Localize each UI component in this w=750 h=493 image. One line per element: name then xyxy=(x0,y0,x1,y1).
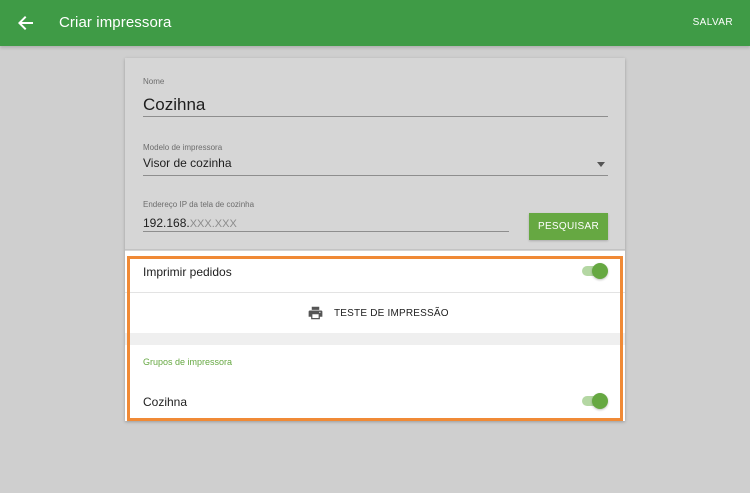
model-select[interactable]: Visor de cozinha xyxy=(143,156,232,170)
section-divider xyxy=(125,249,625,250)
ip-address-value: 192.168. xyxy=(143,216,190,230)
search-button[interactable]: PESQUISAR xyxy=(529,213,608,240)
arrow-left-icon xyxy=(18,16,33,30)
section-gap xyxy=(125,333,625,345)
back-button[interactable] xyxy=(14,11,38,35)
name-field[interactable]: Cozihna xyxy=(143,95,205,115)
printer-groups-section: Grupos de impressora Cozihna xyxy=(125,345,625,421)
printer-form-card: Nome Cozihna Modelo de impressora Visor … xyxy=(125,58,625,421)
ip-field-label: Endereço IP da tela de cozinha xyxy=(143,200,255,209)
arrow-drop-down-icon[interactable] xyxy=(597,162,605,167)
toggle-thumb xyxy=(592,263,608,279)
test-print-label: TESTE DE IMPRESSÃO xyxy=(334,307,449,319)
test-print-button[interactable]: TESTE DE IMPRESSÃO xyxy=(125,293,625,333)
printer-icon xyxy=(308,306,323,320)
test-print-content: TESTE DE IMPRESSÃO xyxy=(308,306,449,320)
print-orders-label: Imprimir pedidos xyxy=(143,265,232,279)
ip-field-underline xyxy=(143,231,509,232)
group-item-toggle[interactable] xyxy=(582,393,608,409)
ip-address-field[interactable]: 192.168.XXX.XXX xyxy=(143,216,237,230)
ip-address-placeholder: XXX.XXX xyxy=(189,218,237,230)
save-button[interactable]: SALVAR xyxy=(693,17,733,28)
model-field-label: Modelo de impressora xyxy=(143,143,223,152)
page-title: Criar impressora xyxy=(59,14,172,31)
printer-groups-header: Grupos de impressora xyxy=(143,357,233,367)
toggle-thumb xyxy=(592,393,608,409)
name-field-underline xyxy=(143,116,608,117)
model-select-underline xyxy=(143,175,608,176)
print-orders-toggle[interactable] xyxy=(582,263,608,279)
name-field-label: Nome xyxy=(143,77,165,86)
group-item-label: Cozihna xyxy=(143,395,188,409)
app-bar: Criar impressora SALVAR xyxy=(0,0,750,46)
print-orders-row: Imprimir pedidos xyxy=(125,251,625,292)
